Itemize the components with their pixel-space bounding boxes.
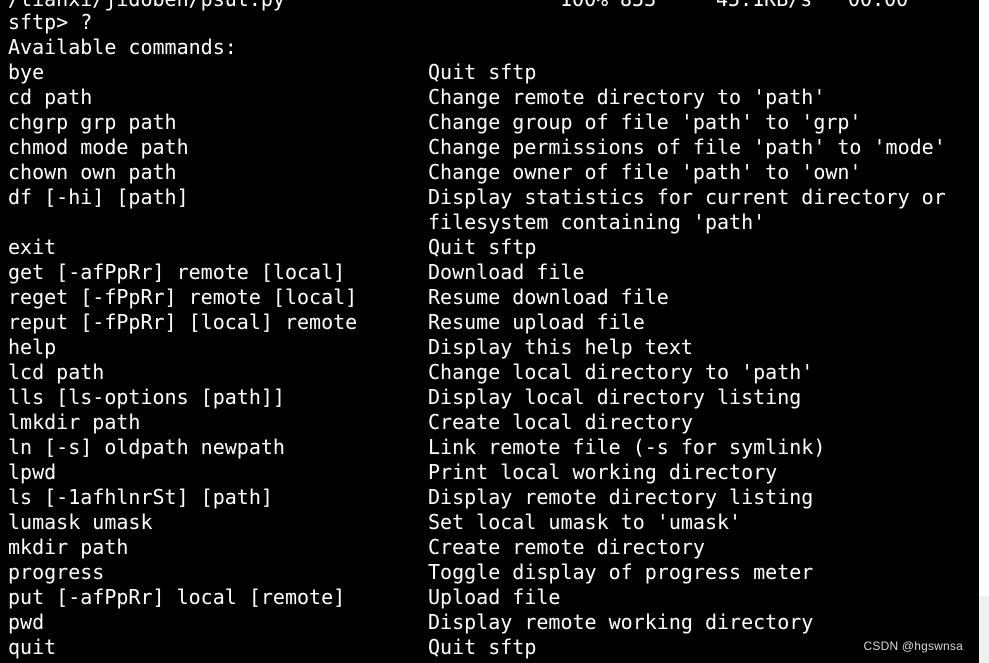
command-name: help <box>8 335 57 359</box>
command-description: filesystem containing 'path' <box>428 210 766 234</box>
command-description: Toggle display of progress meter <box>428 560 814 584</box>
command-description: Change remote directory to 'path' <box>428 85 826 109</box>
command-description: Display statistics for current directory… <box>428 185 946 209</box>
command-name: bye <box>8 60 45 84</box>
command-description: Display remote directory listing <box>428 485 814 509</box>
command-description: Change owner of file 'path' to 'own' <box>428 160 862 184</box>
command-name: ln [-s] oldpath newpath <box>8 435 285 459</box>
window-edge <box>979 0 989 663</box>
command-name: df [-hi] [path] <box>8 185 189 209</box>
command-name: progress <box>8 560 105 584</box>
command-description: Set local umask to 'umask' <box>428 510 742 534</box>
command-description: Quit sftp <box>428 60 537 84</box>
command-description: Resume upload file <box>428 310 645 334</box>
command-name: cd path <box>8 85 93 109</box>
command-description: Change permissions of file 'path' to 'mo… <box>428 135 946 159</box>
command-name: put [-afPpRr] local [remote] <box>8 585 346 609</box>
command-description: Create local directory <box>428 410 693 434</box>
command-name: exit <box>8 235 57 259</box>
command-description: Display this help text <box>428 335 693 359</box>
command-name: lumask umask <box>8 510 153 534</box>
command-description: Change group of file 'path' to 'grp' <box>428 110 862 134</box>
command-name: get [-afPpRr] remote [local] <box>8 260 346 284</box>
transfer-line-speed: 45.1KB/s <box>716 0 812 12</box>
command-name: chmod mode path <box>8 135 189 159</box>
transfer-line-percent: 100% <box>560 0 608 12</box>
terminal-window[interactable]: /tianxi/jidoben/psut.py 100% 853 45.1KB/… <box>0 0 979 663</box>
transfer-line-size: 853 <box>620 0 656 12</box>
command-name: chown own path <box>8 160 177 184</box>
command-name: quit <box>8 635 57 659</box>
command-name: pwd <box>8 610 45 634</box>
command-name: mkdir path <box>8 535 129 559</box>
command-description: Resume download file <box>428 285 669 309</box>
csdn-watermark: CSDN @hgswnsa <box>863 639 963 653</box>
transfer-line-time: 00:00 <box>848 0 908 12</box>
command-name: ls [-1afhlnrSt] [path] <box>8 485 273 509</box>
window-edge-shade <box>979 596 989 663</box>
command-name: chgrp grp path <box>8 110 177 134</box>
available-commands-heading: Available commands: <box>8 35 237 59</box>
command-description: Print local working directory <box>428 460 778 484</box>
command-description: Create remote directory <box>428 535 705 559</box>
command-name: reput [-fPpRr] [local] remote <box>8 310 358 334</box>
command-name: lls [ls-options [path]] <box>8 385 285 409</box>
command-description: Link remote file (-s for symlink) <box>428 435 826 459</box>
command-description: Download file <box>428 260 585 284</box>
command-description: Upload file <box>428 585 561 609</box>
command-name: lcd path <box>8 360 105 384</box>
command-name: lpwd <box>8 460 57 484</box>
command-name: lmkdir path <box>8 410 141 434</box>
command-description: Display local directory listing <box>428 385 802 409</box>
command-description: Quit sftp <box>428 235 537 259</box>
command-description: Change local directory to 'path' <box>428 360 814 384</box>
sftp-prompt[interactable]: sftp> ? <box>8 10 92 35</box>
command-description: Quit sftp <box>428 635 537 659</box>
command-description: Display remote working directory <box>428 610 814 634</box>
command-name: reget [-fPpRr] remote [local] <box>8 285 358 309</box>
